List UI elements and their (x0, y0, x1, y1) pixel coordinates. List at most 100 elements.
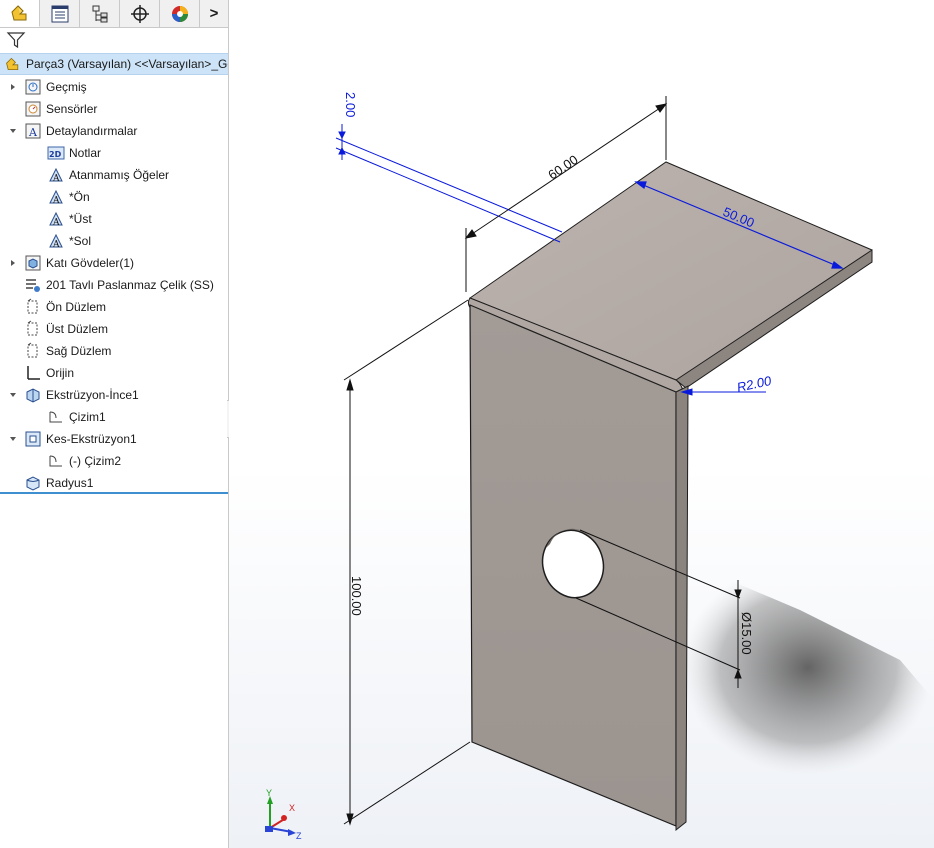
tree-root-part[interactable]: Parça3 (Varsayılan) <<Varsayılan>_Gö (0, 53, 228, 75)
filter-icon[interactable] (6, 30, 26, 50)
plane-icon (24, 342, 42, 360)
tree-item-label: Katı Gövdeler(1) (46, 256, 135, 270)
tree-item-label: Kes-Ekstrüzyon1 (46, 432, 137, 446)
configuration-manager-icon (92, 5, 107, 22)
fillet-icon (24, 474, 42, 492)
tree-item[interactable]: 201 Tavlı Paslanmaz Çelik (SS) (24, 274, 214, 296)
tabs-more-button[interactable]: > (200, 0, 228, 27)
svg-text:A: A (28, 126, 38, 139)
dim-thickness[interactable] (335, 124, 563, 243)
dim-hole-text: Ø15.00 (739, 612, 754, 655)
sketch-icon (47, 408, 65, 426)
rollback-bar[interactable] (0, 492, 228, 494)
tab-dimxpert-manager[interactable] (120, 0, 160, 27)
plane-icon (24, 320, 42, 338)
tab-configuration-manager[interactable] (80, 0, 120, 27)
manager-tab-bar: > (0, 0, 228, 28)
tree-item[interactable]: Kes-Ekstrüzyon1 (10, 428, 137, 450)
feature-manager-icon (10, 5, 26, 21)
tab-display-manager[interactable] (160, 0, 200, 27)
tabs-more-label: > (209, 5, 219, 22)
extrude-thin-icon (24, 386, 42, 404)
cut-extrude-icon (24, 430, 42, 448)
tree-item[interactable]: 2D Notlar (47, 142, 101, 164)
model-view: 2.00 60.00 50.00 R2.00 100.00 Ø15.00 Y X… (265, 92, 934, 841)
annotation-view-icon: A (47, 232, 65, 250)
tree-collapse-arrow-icon[interactable] (8, 120, 18, 142)
tree-item-label: Notlar (69, 146, 102, 160)
dimxpert-icon (130, 4, 149, 23)
feature-manager-panel: > Parça3 (Varsayılan) <<Varsayılan>_Gö G… (0, 0, 229, 848)
tree-filter-bar (0, 28, 228, 52)
sensor-icon (24, 100, 42, 118)
history-icon (24, 78, 42, 96)
solid-bodies-icon (24, 254, 42, 272)
svg-text:A: A (52, 240, 60, 250)
tab-feature-manager[interactable] (0, 0, 40, 27)
part-icon (4, 55, 22, 73)
svg-text:A: A (52, 218, 60, 228)
tree-item[interactable]: Çizim1 (47, 406, 106, 428)
part-shadow (682, 560, 934, 775)
svg-text:A: A (52, 196, 60, 206)
tree-item-label: (-) Çizim2 (69, 454, 121, 468)
tree-item-label: Detaylandırmalar (46, 124, 138, 138)
plane-icon (24, 298, 42, 316)
tree-item[interactable]: Üst Düzlem (24, 318, 108, 340)
view-triad[interactable] (265, 796, 296, 836)
tree-item-label: 201 Tavlı Paslanmaz Çelik (SS) (46, 278, 214, 292)
tree-item-label: Sensörler (46, 102, 98, 116)
tree-collapse-arrow-icon[interactable] (8, 384, 18, 406)
tree-expand-arrow-icon[interactable] (8, 252, 18, 274)
tree-item[interactable]: A Detaylandırmalar (10, 120, 138, 142)
svg-text:A: A (52, 174, 60, 184)
annotations-icon: A (24, 122, 42, 140)
tree-item[interactable]: Ekstrüzyon-İnce1 (10, 384, 139, 406)
tree-item-label: Geçmiş (46, 80, 87, 94)
tree-item-label: Sağ Düzlem (46, 344, 112, 358)
tree-item-label: *Ön (69, 190, 90, 204)
tree-item[interactable]: A Atanmamış Öğeler (47, 164, 169, 186)
annotation-view-icon: A (47, 188, 65, 206)
tree-root-label: Parça3 (Varsayılan) <<Varsayılan>_Gö (26, 57, 228, 71)
tree-item[interactable]: (-) Çizim2 (47, 450, 121, 472)
tree-item-label: Üst Düzlem (46, 322, 109, 336)
tree-expand-arrow-icon[interactable] (8, 76, 18, 98)
dim-height[interactable] (343, 299, 471, 826)
tree-item[interactable]: A *Üst (47, 208, 92, 230)
triad-z-label: Z (296, 831, 302, 841)
tree-item-label: Ekstrüzyon-İnce1 (46, 388, 139, 402)
triad-y-label: Y (266, 788, 272, 798)
sketch-icon (47, 452, 65, 470)
tree-item[interactable]: Radyus1 (24, 472, 93, 494)
origin-icon (24, 364, 42, 382)
tree-item[interactable]: A *Ön (47, 186, 90, 208)
tree-item[interactable]: Orijin (24, 362, 74, 384)
part-side-edge (675, 385, 689, 832)
tree-item[interactable]: A *Sol (47, 230, 91, 252)
tree-item-label: *Üst (69, 212, 92, 226)
notes-2d-icon: 2D (47, 144, 65, 162)
dim-thickness-text: 2.00 (343, 92, 358, 117)
tree-item[interactable]: Katı Gövdeler(1) (11, 252, 135, 274)
tree-item-label: *Sol (69, 234, 92, 248)
tree-item[interactable]: Ön Düzlem (24, 296, 106, 318)
tree-item-label: Çizim1 (69, 410, 106, 424)
annotation-view-icon: A (47, 166, 65, 184)
tree-item-label: Ön Düzlem (46, 300, 107, 314)
tree-item[interactable]: Sağ Düzlem (24, 340, 111, 362)
tab-property-manager[interactable] (40, 0, 80, 27)
tree-item-label: Orijin (46, 366, 75, 380)
dim-depth-text: 60.00 (545, 152, 580, 183)
triad-x-label: X (289, 803, 295, 813)
tree-item-label: Radyus1 (46, 476, 94, 490)
annotation-view-icon: A (47, 210, 65, 228)
display-manager-icon (171, 5, 188, 22)
tree-item-label: Atanmamış Öğeler (69, 168, 170, 182)
graphics-area[interactable]: 2.00 60.00 50.00 R2.00 100.00 Ø15.00 Y X… (229, 0, 934, 848)
tree-item[interactable]: Geçmiş (11, 76, 87, 98)
tree-collapse-arrow-icon[interactable] (8, 428, 18, 450)
dim-height-text: 100.00 (349, 576, 364, 616)
tree-item[interactable]: Sensörler (24, 98, 97, 120)
property-manager-icon (51, 5, 68, 22)
